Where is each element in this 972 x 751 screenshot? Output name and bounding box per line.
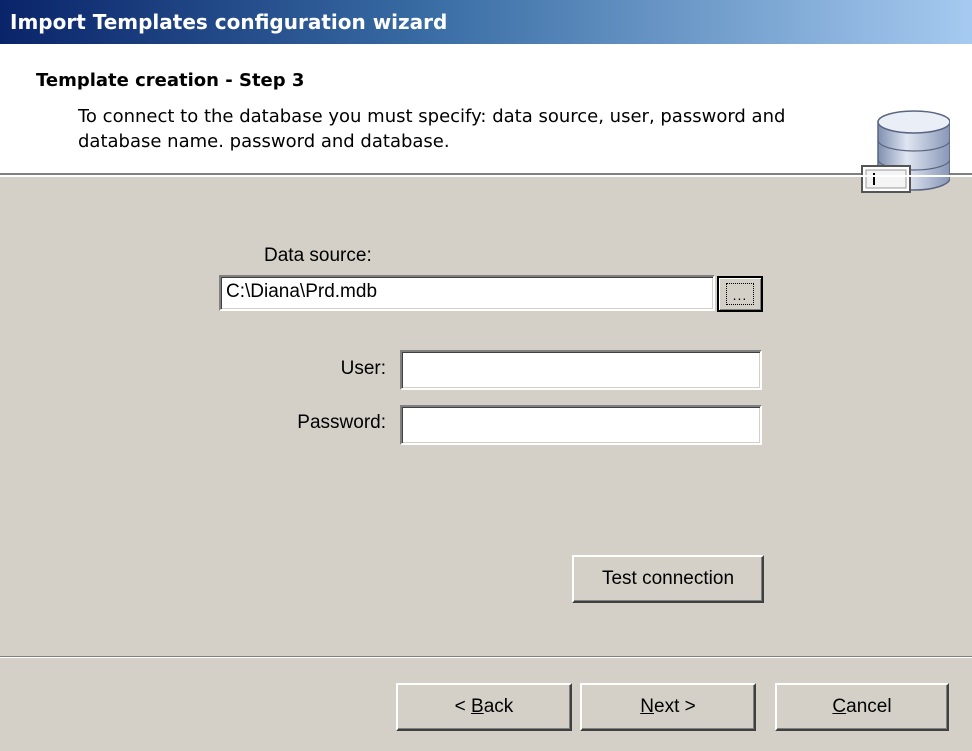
data-source-input[interactable]: C:\Diana\Prd.mdb (219, 275, 715, 311)
database-icon (860, 110, 951, 210)
password-input[interactable] (400, 405, 762, 445)
password-label: Password: (297, 412, 386, 433)
step-title: Template creation - Step 3 (36, 70, 305, 91)
back-prefix: < (454, 696, 472, 717)
cancel-rest: ancel (846, 696, 892, 717)
window-title: Import Templates configuration wizard (0, 0, 972, 44)
wizard-header: Template creation - Step 3 To connect to… (0, 44, 972, 193)
back-rest: ack (483, 696, 514, 717)
next-button[interactable]: Next > (580, 683, 756, 731)
back-accel: B (471, 696, 484, 717)
user-input[interactable] (400, 350, 762, 390)
next-accel: N (640, 696, 654, 717)
cancel-accel: C (832, 696, 847, 717)
next-rest: ext > (654, 696, 696, 717)
browse-button[interactable]: ... (717, 276, 763, 312)
test-connection-button[interactable]: Test connection (572, 555, 764, 603)
footer-separator (0, 656, 972, 658)
cancel-button[interactable]: Cancel (775, 683, 949, 731)
user-label: User: (340, 358, 386, 379)
data-source-label: Data source: (264, 245, 372, 266)
ellipsis-icon: ... (726, 283, 754, 305)
back-button[interactable]: < Back (396, 683, 572, 731)
step-description: To connect to the database you must spec… (78, 106, 786, 152)
